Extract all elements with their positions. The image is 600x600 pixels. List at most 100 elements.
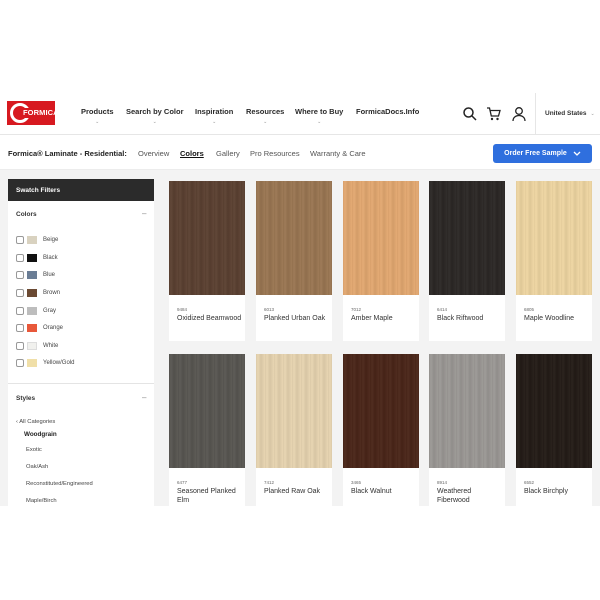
subcategory-maple-birch[interactable]: Maple/Birch	[26, 498, 57, 504]
color-filter-gray[interactable]: Gray	[16, 305, 146, 317]
color-label: Blue	[43, 272, 56, 278]
account-icon[interactable]	[511, 106, 527, 122]
tab-warranty-care[interactable]: Warranty & Care	[310, 149, 366, 158]
swatch-card[interactable]: 9484 Oxidized Beamwood	[169, 181, 245, 341]
swatch-name[interactable]: Maple Woodline	[524, 314, 590, 323]
logo-text: FORMICA	[21, 108, 55, 118]
color-label: Orange	[43, 325, 64, 331]
nav-products[interactable]: Products ⌄	[81, 107, 114, 125]
swatch-card[interactable]: 3465 Black Walnut	[343, 354, 419, 506]
tab-colors[interactable]: Colors	[180, 149, 204, 158]
color-label: Gray	[43, 308, 57, 314]
swatch-image[interactable]	[343, 354, 419, 468]
swatch-number: 6552	[524, 480, 535, 485]
color-filter-orange[interactable]: Orange	[16, 322, 146, 334]
colors-heading[interactable]: Colors	[16, 211, 37, 218]
all-categories-link[interactable]: ‹ All Categories	[16, 419, 55, 425]
swatch-card[interactable]: 6552 Black Birchply	[516, 354, 592, 506]
chevron-down-icon: ⌄	[263, 119, 268, 125]
tab-pro-resources[interactable]: Pro Resources	[250, 149, 300, 158]
swatch-chip	[27, 359, 37, 367]
nav-where-to-buy[interactable]: Where to Buy ⌄	[295, 107, 343, 125]
formica-logo[interactable]: FORMICA	[7, 101, 55, 125]
swatch-image[interactable]	[516, 354, 592, 468]
swatch-image[interactable]	[169, 181, 245, 295]
tab-overview[interactable]: Overview	[138, 149, 169, 158]
swatch-chip	[27, 254, 37, 262]
swatch-card[interactable]: 6805 Maple Woodline	[516, 181, 592, 341]
color-filter-yellow-gold[interactable]: Yellow/Gold	[16, 357, 146, 369]
swatch-image[interactable]	[256, 181, 332, 295]
color-label: Brown	[43, 290, 61, 296]
color-filter-brown[interactable]: Brown	[16, 287, 146, 299]
product-subnav: Formica® Laminate - Residential: Overvie…	[0, 138, 600, 170]
color-filter-black[interactable]: Black	[16, 252, 146, 264]
swatch-image[interactable]	[429, 354, 505, 468]
nav-label: Products	[81, 107, 114, 116]
swatch-number: 7012	[351, 307, 362, 312]
swatch-image[interactable]	[516, 181, 592, 295]
checkbox[interactable]	[16, 271, 24, 279]
swatch-number: 9484	[177, 307, 188, 312]
swatch-name[interactable]: Planked Urban Oak	[264, 314, 330, 323]
search-icon[interactable]	[462, 106, 478, 122]
checkbox[interactable]	[16, 307, 24, 315]
swatch-name[interactable]: Black Walnut	[351, 487, 417, 496]
swatch-name[interactable]: Oxidized Beamwood	[177, 314, 243, 323]
checkbox[interactable]	[16, 324, 24, 332]
subcategory-reconstituted[interactable]: Reconstituted/Engineered	[26, 481, 93, 487]
swatch-name[interactable]: Amber Maple	[351, 314, 417, 323]
color-label: White	[43, 343, 59, 349]
chevron-down-icon: ⌄	[212, 119, 217, 125]
swatch-card[interactable]: 6477 Seasoned Planked Elm	[169, 354, 245, 506]
swatch-name[interactable]: Black Riftwood	[437, 314, 503, 323]
swatch-card[interactable]: 6414 Black Riftwood	[429, 181, 505, 341]
checkbox[interactable]	[16, 289, 24, 297]
nav-label: FormicaDocs.Info	[356, 107, 420, 116]
swatch-number: 6013	[264, 307, 275, 312]
country-selector[interactable]: United States ⌄	[545, 110, 595, 117]
order-free-sample-button[interactable]: Order Free Sample	[493, 144, 592, 163]
swatch-chip	[27, 271, 37, 279]
color-label: Beige	[43, 237, 59, 243]
color-filter-blue[interactable]: Blue	[16, 269, 146, 281]
styles-heading[interactable]: Styles	[16, 395, 35, 402]
subcategory-oak-ash[interactable]: Oak/Ash	[26, 464, 48, 470]
cart-icon[interactable]	[486, 106, 502, 122]
swatch-image[interactable]	[256, 354, 332, 468]
nav-inspiration[interactable]: Inspiration ⌄	[195, 107, 233, 125]
country-label: United States	[545, 110, 587, 117]
collapse-icon[interactable]: –	[142, 393, 146, 402]
subcategory-exotic[interactable]: Exotic	[26, 447, 42, 453]
checkbox[interactable]	[16, 254, 24, 262]
filter-sidebar: Swatch Filters Colors – Beige Black Blue…	[8, 179, 154, 506]
nav-formicadocs[interactable]: FormicaDocs.Info	[356, 107, 419, 116]
swatch-card[interactable]: 7412 Planked Raw Oak	[256, 354, 332, 506]
swatch-card[interactable]: 6013 Planked Urban Oak	[256, 181, 332, 341]
swatch-name[interactable]: Black Birchply	[524, 487, 590, 496]
chevron-down-icon: ⌄	[95, 119, 100, 125]
collapse-icon[interactable]: –	[142, 209, 146, 218]
swatch-chip	[27, 307, 37, 315]
current-category[interactable]: Woodgrain	[24, 431, 57, 438]
nav-search-by-color[interactable]: Search by Color ⌄	[126, 107, 184, 125]
swatch-name[interactable]: Seasoned Planked Elm	[177, 487, 243, 505]
nav-resources[interactable]: Resources ⌄	[246, 107, 284, 125]
checkbox[interactable]	[16, 359, 24, 367]
swatch-card[interactable]: 7012 Amber Maple	[343, 181, 419, 341]
swatch-image[interactable]	[169, 354, 245, 468]
swatch-number: 8914	[437, 480, 448, 485]
swatch-card[interactable]: 8914 Weathered Fiberwood	[429, 354, 505, 506]
checkbox[interactable]	[16, 342, 24, 350]
color-filter-white[interactable]: White	[16, 340, 146, 352]
tab-gallery[interactable]: Gallery	[216, 149, 240, 158]
swatch-name[interactable]: Planked Raw Oak	[264, 487, 330, 496]
order-button-label: Order Free Sample	[504, 150, 567, 157]
swatch-image[interactable]	[429, 181, 505, 295]
color-filter-beige[interactable]: Beige	[16, 234, 146, 246]
checkbox[interactable]	[16, 236, 24, 244]
swatch-name[interactable]: Weathered Fiberwood	[437, 487, 503, 505]
swatch-image[interactable]	[343, 181, 419, 295]
swatch-chip	[27, 289, 37, 297]
header-divider	[535, 93, 536, 135]
